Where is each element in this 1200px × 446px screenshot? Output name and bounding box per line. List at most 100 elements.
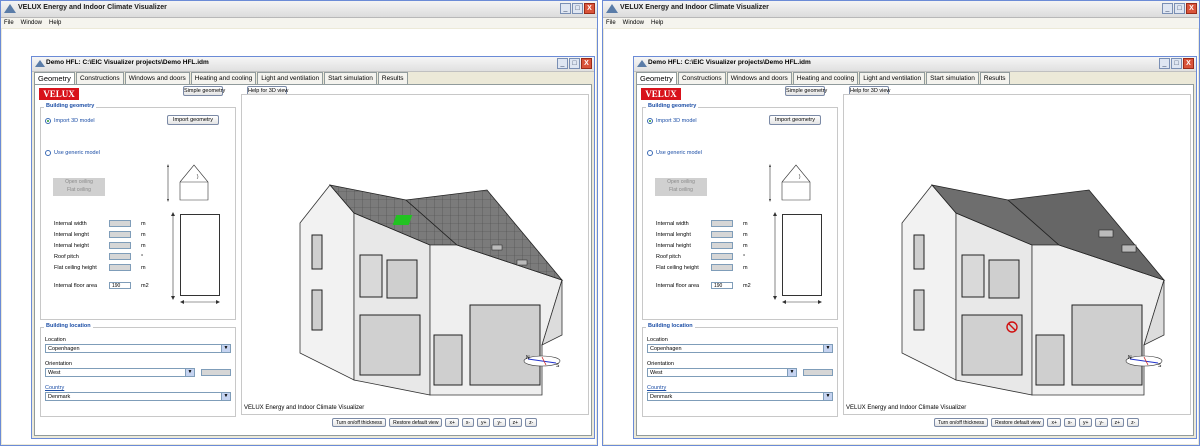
tab-geometry[interactable]: Geometry — [636, 72, 677, 84]
flat-ceiling-height-label: Flat ceiling height — [656, 265, 699, 271]
simple-geometry-button[interactable]: Simple geometry — [785, 86, 827, 96]
country-link[interactable]: Country — [45, 385, 64, 391]
simple-geometry-button[interactable]: Simple geometry — [183, 86, 225, 96]
menu-file[interactable]: File — [4, 18, 14, 28]
close-button[interactable]: X — [1186, 3, 1197, 14]
tab-heating-cooling[interactable]: Heating and cooling — [190, 72, 257, 84]
toggle-thickness-button[interactable]: Turn on/off thickness — [332, 418, 387, 427]
chevron-down-icon[interactable]: ▼ — [221, 345, 230, 352]
menu-file[interactable]: File — [606, 18, 616, 28]
width-field[interactable] — [109, 220, 131, 227]
orientation-select[interactable]: West ▼ — [647, 368, 797, 377]
tab-geometry[interactable]: Geometry — [34, 72, 75, 84]
3d-view[interactable]: N S VELUX Energy and Indoor Climate Visu… — [843, 94, 1191, 415]
floor-area-field[interactable]: 190 — [711, 282, 733, 289]
chevron-down-icon[interactable]: ▼ — [787, 369, 796, 376]
tab-bar: Geometry Constructions Windows and doors… — [34, 72, 592, 84]
orientation-select[interactable]: West ▼ — [45, 368, 195, 377]
axis-z-plus-button[interactable]: z+ — [1110, 418, 1125, 427]
maximize-button[interactable]: □ — [572, 3, 583, 14]
building-location-title: Building location — [44, 323, 93, 329]
axis-x-minus-button[interactable]: x- — [1063, 418, 1077, 427]
roof-pitch-field[interactable] — [109, 253, 131, 260]
location-select[interactable]: Copenhagen ▼ — [45, 344, 231, 353]
doc-maximize-button[interactable]: □ — [569, 58, 580, 69]
orientation-angle-field[interactable] — [803, 369, 833, 376]
axis-z-minus-button[interactable]: z- — [525, 418, 538, 427]
doc-close-button[interactable]: X — [581, 58, 592, 69]
axis-y-plus-button[interactable]: y+ — [1079, 418, 1093, 427]
import-geometry-button[interactable]: Import geometry — [769, 115, 821, 125]
axis-x-plus-button[interactable]: x+ — [1047, 418, 1061, 427]
flat-ceiling-height-field[interactable] — [109, 264, 131, 271]
location-select[interactable]: Copenhagen ▼ — [647, 344, 833, 353]
app-titlebar[interactable]: VELUX Energy and Indoor Climate Visualiz… — [603, 1, 1199, 18]
tab-windows-doors[interactable]: Windows and doors — [124, 72, 190, 84]
height-field[interactable] — [109, 242, 131, 249]
flat-ceiling-button[interactable]: Flat ceiling — [655, 186, 707, 194]
close-button[interactable]: X — [584, 3, 595, 14]
import-3d-radio[interactable] — [45, 118, 51, 124]
axis-z-minus-button[interactable]: z- — [1127, 418, 1140, 427]
width-field[interactable] — [711, 220, 733, 227]
document-titlebar[interactable]: Demo HFL: C:\EIC Visualizer projects\Dem… — [32, 57, 594, 72]
chevron-down-icon[interactable]: ▼ — [823, 345, 832, 352]
tab-constructions[interactable]: Constructions — [75, 72, 124, 84]
country-select[interactable]: Denmark ▼ — [45, 392, 231, 401]
country-link[interactable]: Country — [647, 385, 666, 391]
axis-y-minus-button[interactable]: y- — [493, 418, 506, 427]
length-field[interactable] — [109, 231, 131, 238]
axis-y-minus-button[interactable]: y- — [1095, 418, 1108, 427]
restore-view-button[interactable]: Restore default view — [991, 418, 1045, 427]
menu-window[interactable]: Window — [623, 18, 644, 28]
axis-y-plus-button[interactable]: y+ — [477, 418, 491, 427]
tab-constructions[interactable]: Constructions — [677, 72, 726, 84]
roof-pitch-field[interactable] — [711, 253, 733, 260]
country-select[interactable]: Denmark ▼ — [647, 392, 833, 401]
import-3d-radio[interactable] — [647, 118, 653, 124]
generic-model-radio[interactable] — [45, 150, 51, 156]
generic-model-radio[interactable] — [647, 150, 653, 156]
compass-north: N — [1128, 355, 1132, 361]
tab-light-ventilation[interactable]: Light and ventilation — [859, 72, 926, 84]
minimize-button[interactable]: _ — [560, 3, 571, 14]
restore-view-button[interactable]: Restore default view — [389, 418, 443, 427]
axis-x-plus-button[interactable]: x+ — [445, 418, 459, 427]
length-arrow — [171, 212, 175, 300]
maximize-button[interactable]: □ — [1174, 3, 1185, 14]
orientation-angle-field[interactable] — [201, 369, 231, 376]
toggle-thickness-button[interactable]: Turn on/off thickness — [934, 418, 989, 427]
length-field[interactable] — [711, 231, 733, 238]
menu-help[interactable]: Help — [49, 18, 61, 28]
flat-ceiling-button[interactable]: Flat ceiling — [53, 186, 105, 194]
doc-minimize-button[interactable]: _ — [557, 58, 568, 69]
import-geometry-button[interactable]: Import geometry — [167, 115, 219, 125]
open-ceiling-button[interactable]: Open ceiling — [53, 178, 105, 186]
menu-window[interactable]: Window — [21, 18, 42, 28]
chevron-down-icon[interactable]: ▼ — [823, 393, 832, 400]
3d-view[interactable]: N S VELUX Energy and Indoor Climate Visu… — [241, 94, 589, 415]
tab-heating-cooling[interactable]: Heating and cooling — [792, 72, 859, 84]
roof-pitch-label: Roof pitch — [656, 254, 681, 260]
flat-ceiling-height-field[interactable] — [711, 264, 733, 271]
floor-area-field[interactable]: 190 — [109, 282, 131, 289]
app-titlebar[interactable]: VELUX Energy and Indoor Climate Visualiz… — [1, 1, 597, 18]
height-field[interactable] — [711, 242, 733, 249]
axis-z-plus-button[interactable]: z+ — [508, 418, 523, 427]
tab-results[interactable]: Results — [377, 72, 408, 84]
document-titlebar[interactable]: Demo HFL: C:\EIC Visualizer projects\Dem… — [634, 57, 1196, 72]
tab-start-simulation[interactable]: Start simulation — [926, 72, 979, 84]
doc-maximize-button[interactable]: □ — [1171, 58, 1182, 69]
doc-minimize-button[interactable]: _ — [1159, 58, 1170, 69]
tab-windows-doors[interactable]: Windows and doors — [726, 72, 792, 84]
chevron-down-icon[interactable]: ▼ — [221, 393, 230, 400]
axis-x-minus-button[interactable]: x- — [461, 418, 475, 427]
menu-help[interactable]: Help — [651, 18, 663, 28]
chevron-down-icon[interactable]: ▼ — [185, 369, 194, 376]
tab-results[interactable]: Results — [979, 72, 1010, 84]
tab-light-ventilation[interactable]: Light and ventilation — [257, 72, 324, 84]
doc-close-button[interactable]: X — [1183, 58, 1194, 69]
minimize-button[interactable]: _ — [1162, 3, 1173, 14]
tab-start-simulation[interactable]: Start simulation — [324, 72, 377, 84]
open-ceiling-button[interactable]: Open ceiling — [655, 178, 707, 186]
